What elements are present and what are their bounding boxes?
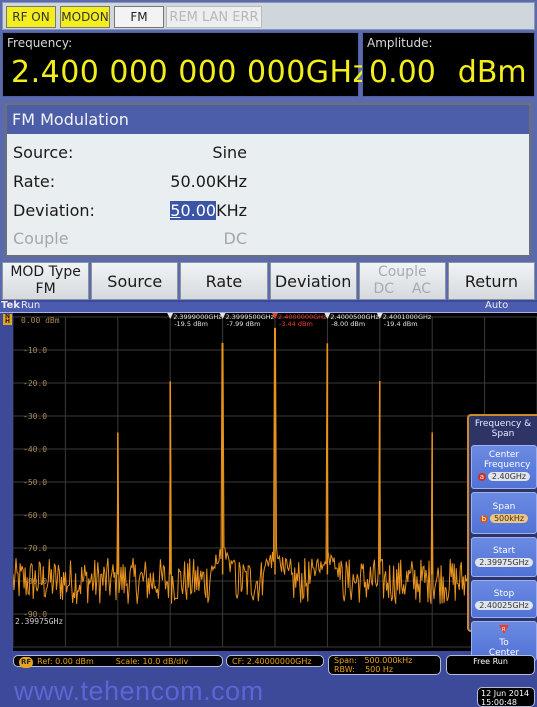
marker-level: -19.4 dBm: [384, 320, 418, 328]
signal-generator-panel: RF ON MODON FM REM LAN ERR Frequency: 2.…: [0, 0, 537, 300]
softkey-label: Couple: [377, 264, 427, 280]
y-tick-label: -20.0: [23, 379, 47, 388]
couple-value: DC: [223, 229, 248, 248]
frequency-span-menu: Frequency & Span Center Frequency a 2.40G…: [467, 414, 537, 661]
center-frequency-readout[interactable]: CF: 2.40000000GHz: [226, 655, 324, 667]
couple-label: Couple: [13, 229, 69, 248]
analyzer-header: Tek Run Auto: [0, 300, 537, 313]
markers: 2.3999000GHz-19.5 dBm2.3999500GHz-7.99 d…: [167, 313, 432, 328]
span-button[interactable]: Span b 500kHz: [471, 492, 537, 534]
mod-on-indicator[interactable]: MODON: [60, 6, 110, 28]
marker-level: -8.00 dBm: [331, 320, 365, 328]
fm-modulation-panel: FM Modulation Source: Sine Rate: 50.00KH…: [5, 103, 531, 257]
source-softkey[interactable]: Source: [91, 262, 179, 300]
softkey-label: MOD Type: [10, 264, 81, 280]
knob-a-icon: a: [477, 472, 486, 481]
span-value: 500kHz: [489, 514, 529, 523]
rate-softkey[interactable]: Rate: [180, 262, 268, 300]
y-tick-label: -60.0: [23, 511, 47, 520]
frequency-label: Frequency:: [7, 36, 73, 50]
svg-text:R: R: [502, 627, 506, 633]
button-label: Stop: [493, 589, 515, 599]
trace: [13, 327, 537, 604]
button-label: Center Frequency: [484, 450, 531, 470]
rf-on-indicator[interactable]: RF ON: [6, 6, 56, 28]
rem-lan-err-indicator: REM LAN ERR: [166, 6, 262, 28]
spectrum-plot[interactable]: -10.0 -20.0 -30.0 -40.0 -50.0 -60.0 -70.0 -80.0…: [13, 313, 537, 651]
y-tick-label: -50.0: [23, 478, 47, 487]
center-frequency-button[interactable]: Center Frequency a 2.40GHz: [471, 445, 537, 489]
trigger-mode: Auto: [485, 300, 509, 311]
center-frequency-value: 2.40GHz: [487, 472, 531, 481]
menu-title: Frequency & Span: [474, 419, 532, 439]
trigger-readout[interactable]: Free Run: [446, 655, 535, 675]
amplitude-label: Amplitude:: [367, 36, 433, 50]
rbw-readout: RBW: 500 Hz: [334, 665, 394, 674]
start-frequency-button[interactable]: Start 2.39975GHz: [471, 537, 537, 577]
acquisition-state: Run: [21, 300, 41, 311]
scale-readout: Scale: 10.0 dB/div: [115, 657, 189, 666]
rate-label: Rate:: [13, 172, 56, 191]
source-row[interactable]: Source: Sine: [13, 143, 253, 167]
x-start-label: 2.39975GHz: [15, 617, 63, 626]
softkey-options: DC AC: [373, 281, 431, 297]
brand-logo: Tek: [1, 300, 20, 311]
mod-type-softkey[interactable]: MOD Type FM: [2, 262, 90, 300]
marker-level: -19.5 dBm: [174, 320, 208, 328]
ref-marker-icon: R: [499, 625, 509, 634]
rate-row[interactable]: Rate: 50.00KHz: [13, 172, 253, 196]
deviation-label: Deviation:: [13, 201, 95, 220]
stop-frequency-button[interactable]: Stop 2.40025GHz: [471, 580, 537, 618]
y-tick-label: -30.0: [23, 412, 47, 421]
spectrum-analyzer-panel: Tek Run Auto NH -10.0 -20.0 -30.0 -40.0 -50.…: [0, 300, 537, 707]
couple-row: Couple DC: [13, 229, 253, 253]
softkey-value: FM: [35, 281, 56, 297]
frequency-display[interactable]: Frequency: 2.400 000 000 000GHz: [2, 32, 368, 97]
y-tick-label: -70.0: [23, 544, 47, 553]
start-frequency-value: 2.39975GHz: [475, 558, 533, 567]
y-tick-label: -10.0: [23, 346, 47, 355]
frequency-value: 2.400 000 000 000: [11, 55, 306, 90]
trace-detector-icon: NH: [3, 313, 12, 325]
spectrum-chart: -10.0-20.0-30.0-40.0-50.0-60.0-70.0-80.0…: [13, 313, 537, 648]
marker-level: -7.99 dBm: [227, 320, 261, 328]
fm-indicator[interactable]: FM: [114, 6, 164, 28]
span-readout: Span: 500.000kHz: [334, 656, 413, 665]
couple-softkey: Couple DC AC: [358, 262, 446, 300]
deviation-row[interactable]: Deviation: 50.00KHz: [13, 201, 253, 225]
deviation-unit: KHz: [216, 201, 247, 220]
date: 12 Jun 2014: [481, 689, 530, 698]
source-label: Source:: [13, 143, 74, 162]
frequency-unit: GHz: [305, 55, 369, 90]
amplitude-display[interactable]: Amplitude: 0.00 dBm: [362, 32, 535, 97]
ref-level-readout: Ref: 0.00 dBm: [37, 657, 94, 666]
rate-value: 50.00: [170, 172, 217, 191]
date-time-readout: 12 Jun 2014 15:00:48: [477, 687, 535, 707]
stop-frequency-value: 2.40025GHz: [475, 601, 533, 610]
amplitude-unit: dBm: [457, 55, 527, 90]
amplitude-value: 0.00: [369, 55, 436, 90]
rf-badge: RF: [19, 657, 34, 668]
softkey-bar: MOD Type FM Source Rate Deviation Couple…: [2, 262, 536, 300]
button-label: Span: [492, 502, 516, 512]
marker-level: -3.44 dBm: [279, 320, 313, 328]
y-tick-label: -40.0: [23, 445, 47, 454]
return-softkey[interactable]: Return: [447, 262, 536, 300]
deviation-value-input[interactable]: 50.00: [170, 201, 217, 220]
panel-title: FM Modulation: [7, 105, 529, 134]
span-rbw-readout[interactable]: Span: 500.000kHz RBW: 500 Hz: [328, 655, 441, 675]
status-bar: RF ON MODON FM REM LAN ERR: [2, 2, 535, 30]
rate-unit: KHz: [216, 172, 247, 191]
ref-scale-readout[interactable]: RF Ref: 0.00 dBm Scale: 10.0 dB/div: [13, 655, 223, 668]
button-label: Start: [493, 546, 515, 556]
ref-level-label: 0.00 dBm: [21, 316, 60, 325]
source-value: Sine: [212, 143, 247, 162]
watermark: www.tehencom.com: [14, 676, 264, 706]
knob-b-icon: b: [479, 514, 488, 523]
deviation-softkey[interactable]: Deviation: [269, 262, 357, 300]
